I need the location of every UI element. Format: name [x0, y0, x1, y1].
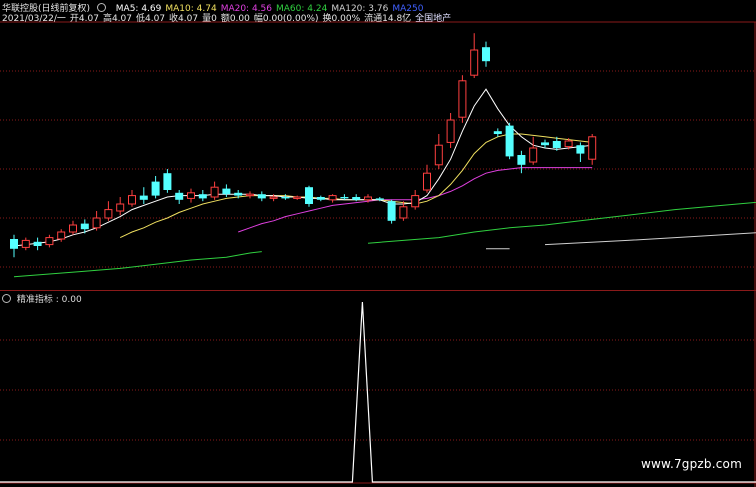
candle-body	[387, 201, 396, 221]
bar-info-item: 2021/03/22/一	[2, 14, 66, 24]
candle-body	[45, 237, 54, 246]
ma60-line	[13, 251, 262, 278]
candle-body	[246, 193, 254, 197]
candle-body	[434, 144, 443, 166]
candle-body	[104, 209, 113, 219]
bar-info-item: 流通14.8亿	[364, 14, 412, 24]
candle-body	[316, 197, 325, 200]
candle-body	[399, 206, 408, 219]
candle-body	[198, 194, 207, 199]
bar-info-item: 开4.07	[69, 14, 99, 24]
ma120-line	[544, 232, 756, 246]
candle-body	[257, 194, 266, 199]
candle-body	[364, 196, 372, 201]
bar-info-item: 幅0.00(0.00%)	[253, 14, 319, 24]
bar-info-item: 低4.07	[136, 14, 166, 24]
bar-info-item: 换0.00%	[322, 14, 361, 24]
bar-info-item: 收4.07	[169, 14, 199, 24]
candle-body	[234, 192, 243, 196]
candle-body	[505, 125, 514, 157]
candle-body	[529, 147, 538, 163]
bar-info-item: 额0.00	[220, 14, 250, 24]
indicator-label: 精准指标 : 0.00	[16, 295, 82, 305]
candle-body	[541, 142, 549, 146]
candle-body	[10, 239, 18, 249]
bar-info: 2021/03/22/一 开4.07 高4.07 低4.07 收4.07 量0 额0.00 幅…	[2, 11, 455, 24]
candle-body	[588, 136, 597, 160]
candle-body	[139, 195, 148, 200]
candle-body	[493, 131, 502, 134]
settings-dot-icon[interactable]	[2, 294, 14, 305]
candle-body	[80, 223, 89, 230]
candle-body	[482, 47, 490, 62]
ma5-line	[13, 88, 593, 247]
indicator-header: 精准指标 : 0.00	[2, 292, 82, 305]
kline-chart[interactable]	[0, 0, 756, 487]
candle-body	[92, 217, 101, 229]
indicator-line	[0, 301, 756, 483]
candle-body	[222, 188, 231, 195]
candle-body	[293, 196, 302, 199]
bar-info-item: 量0	[202, 14, 217, 24]
candle-body	[552, 141, 561, 148]
candle-body	[187, 192, 195, 199]
candle-body	[57, 231, 66, 240]
candle-body	[21, 239, 30, 248]
candle-body	[352, 197, 361, 200]
candle-body	[328, 195, 337, 201]
candle-body	[411, 195, 420, 208]
candle-body	[281, 197, 290, 199]
candle-body	[446, 119, 455, 143]
candle-body	[210, 186, 219, 198]
candle-body	[69, 224, 77, 233]
candle-body	[151, 181, 160, 196]
bar-info-item: 全国地产	[415, 14, 452, 24]
candle-body	[116, 203, 125, 212]
candle-body	[423, 172, 431, 191]
watermark: www.7gpzb.com	[641, 457, 742, 471]
candle-body	[517, 155, 526, 165]
candle-body	[128, 195, 136, 205]
candle-body	[340, 197, 349, 199]
ma10-line	[119, 133, 593, 239]
candle-body	[470, 49, 479, 76]
candle-body	[576, 145, 585, 154]
candle-body	[175, 192, 184, 200]
candle-body	[269, 196, 278, 199]
bar-info-item: 高4.07	[102, 14, 132, 24]
candle-body	[305, 187, 313, 204]
candle-body	[564, 140, 573, 148]
candle-body	[163, 173, 172, 190]
candle-body	[375, 198, 384, 200]
candle-body	[33, 241, 42, 246]
candle-body	[458, 80, 467, 118]
